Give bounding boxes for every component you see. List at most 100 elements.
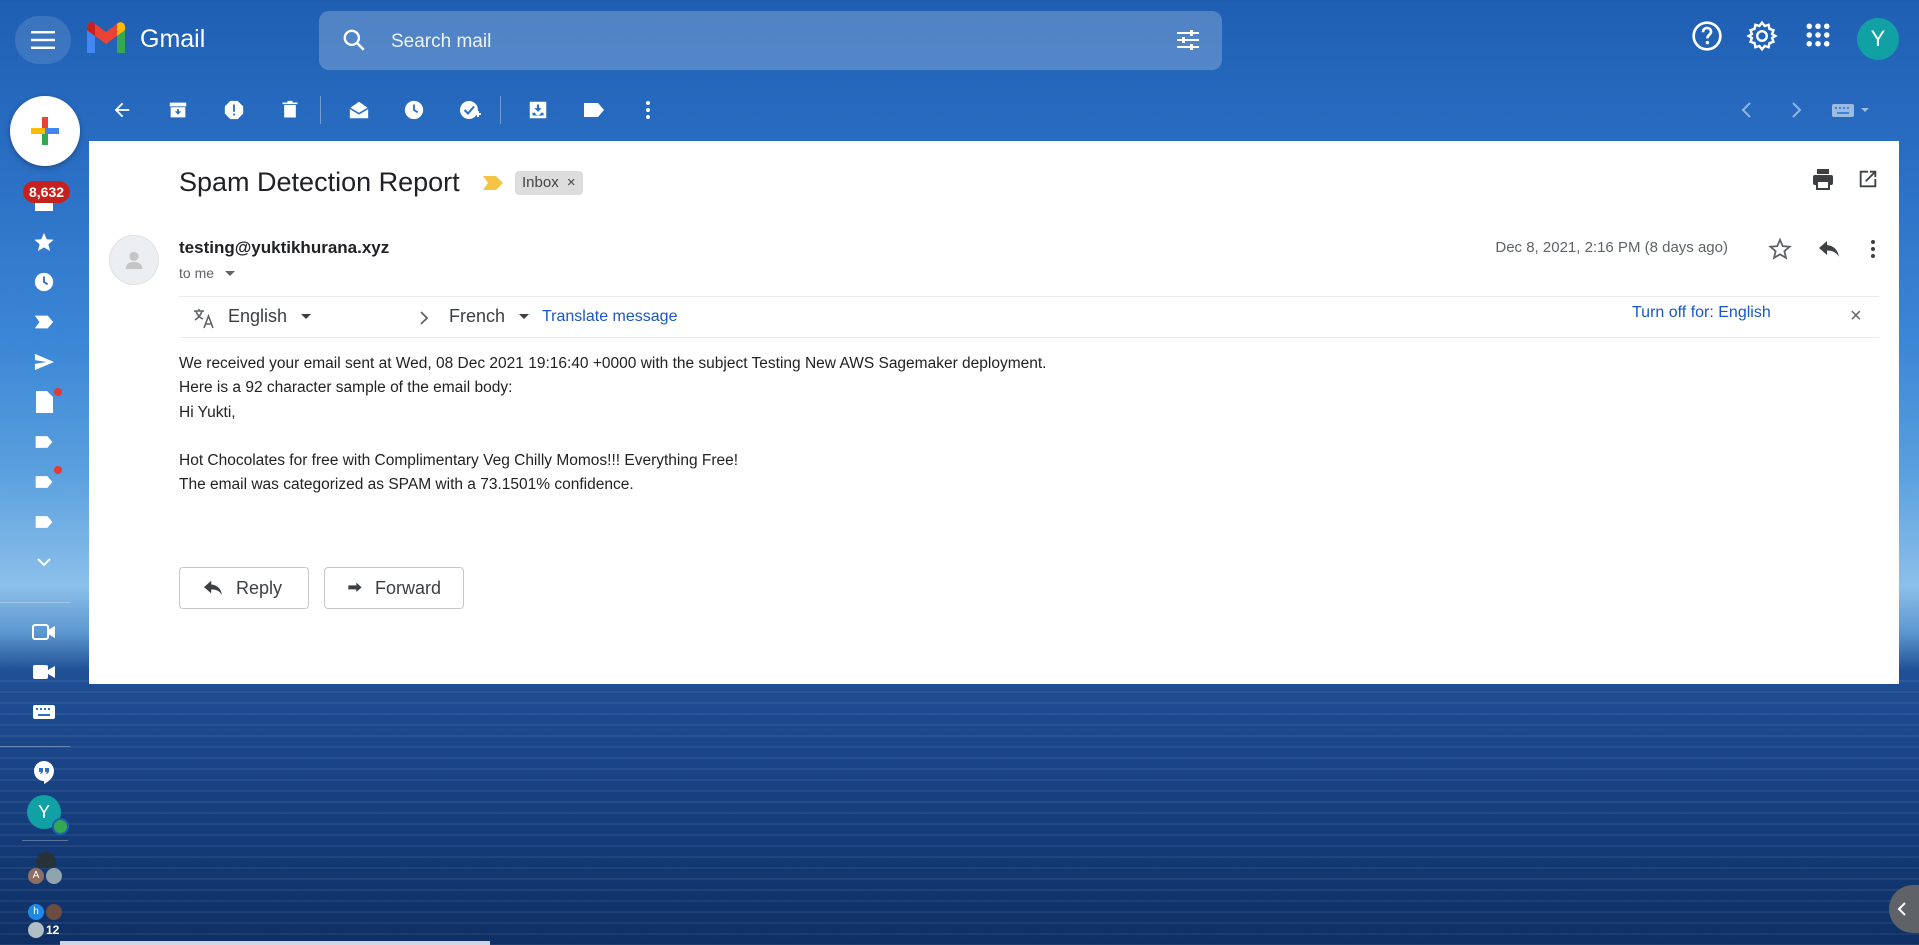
turn-off-translation-link[interactable]: Turn off for: English	[1632, 304, 1771, 322]
video-camera-outline-icon	[32, 624, 55, 640]
body-line: The email was categorized as SPAM with a…	[179, 476, 634, 494]
translate-bar: English French Translate message Turn of…	[179, 296, 1879, 338]
source-language-select[interactable]: English	[228, 306, 312, 327]
print-icon	[1813, 169, 1833, 190]
input-tools-button[interactable]	[1828, 96, 1878, 124]
archive-button[interactable]	[164, 96, 192, 124]
label-text: Inbox	[522, 174, 559, 191]
chevron-down-icon	[37, 558, 51, 567]
newer-button[interactable]	[1733, 96, 1761, 124]
message-toolbar	[88, 84, 1918, 136]
snooze-button[interactable]	[400, 96, 428, 124]
search-options-icon[interactable]	[1176, 29, 1200, 51]
sender-email[interactable]: testing@yuktikhurana.xyz	[179, 238, 389, 258]
more-vert-icon	[1871, 240, 1875, 258]
label-nav[interactable]	[30, 508, 58, 536]
background-sea	[0, 680, 1919, 945]
contact-photo	[46, 868, 62, 884]
label-icon	[35, 476, 53, 488]
gmail-m-icon	[87, 22, 125, 53]
more-options-button[interactable]	[634, 96, 662, 124]
notification-dot	[54, 388, 62, 396]
top-bar: Gmail Y	[0, 0, 1919, 80]
report-spam-icon	[224, 100, 244, 120]
close-translate-button[interactable]: ×	[1850, 305, 1862, 328]
compose-button[interactable]	[10, 96, 80, 166]
inbox-label-chip: Inbox ×	[515, 171, 583, 195]
settings-gear-icon[interactable]	[1746, 20, 1778, 52]
target-language: French	[449, 306, 506, 326]
group-member-count: 12	[46, 923, 60, 937]
print-all-button[interactable]	[1809, 165, 1837, 193]
star-button[interactable]	[1766, 235, 1794, 263]
reply-quick-button[interactable]	[1815, 235, 1843, 263]
body-line	[179, 425, 1047, 449]
more-nav[interactable]	[30, 548, 58, 576]
reply-icon	[204, 580, 222, 596]
forward-button[interactable]: Forward	[324, 567, 464, 609]
email-date: Dec 8, 2021, 2:16 PM (8 days ago)	[1495, 239, 1728, 256]
remove-label-button[interactable]: ×	[567, 174, 576, 191]
report-spam-button[interactable]	[220, 96, 248, 124]
rail-divider	[22, 840, 68, 841]
keyboard-icon	[1832, 104, 1869, 117]
help-icon[interactable]	[1691, 20, 1723, 52]
back-button[interactable]	[108, 96, 136, 124]
apps-grid-icon[interactable]	[1803, 20, 1833, 50]
compose-plus-icon	[31, 117, 59, 145]
reply-button[interactable]: Reply	[179, 567, 309, 609]
app-name: Gmail	[140, 24, 206, 53]
contact-avatar: A	[28, 868, 44, 884]
delete-button[interactable]	[276, 96, 304, 124]
translate-message-link[interactable]: Translate message	[542, 308, 677, 326]
source-language: English	[228, 306, 288, 326]
body-line: Hi Yukti,	[179, 403, 236, 421]
meet-new-meeting[interactable]	[30, 618, 58, 646]
contact-photo	[46, 904, 62, 920]
snoozed-nav[interactable]	[30, 268, 58, 296]
move-to-inbox-icon	[529, 101, 547, 119]
search-icon[interactable]	[341, 27, 367, 53]
chevron-left-icon	[1741, 102, 1751, 118]
label-nav[interactable]	[30, 428, 58, 456]
body-line: Here is a 92 character sample of the ema…	[179, 379, 513, 397]
message-more-button[interactable]	[1859, 235, 1887, 263]
rail-divider	[0, 602, 70, 603]
meet-keyboard[interactable]	[30, 698, 58, 726]
search-input[interactable]	[389, 11, 1133, 72]
recipient-details[interactable]: to me	[179, 265, 236, 281]
move-to-button[interactable]	[524, 96, 552, 124]
labels-button[interactable]	[580, 96, 608, 124]
chevron-left-icon	[1897, 902, 1906, 916]
chevron-right-icon	[1792, 102, 1802, 118]
trash-icon	[282, 100, 298, 118]
contact-photo	[36, 852, 56, 868]
group-chat-avatars[interactable]: A	[28, 852, 64, 888]
search-bar[interactable]	[319, 11, 1222, 72]
mark-unread-button[interactable]	[345, 96, 373, 124]
older-button[interactable]	[1782, 96, 1810, 124]
meet-join-meeting[interactable]	[30, 658, 58, 686]
caret-down-icon	[519, 314, 530, 320]
starred-nav[interactable]	[30, 228, 58, 256]
online-status-dot	[52, 818, 69, 835]
body-line: We received your email sent at Wed, 08 D…	[179, 355, 1047, 372]
unread-count-badge: 8,632	[23, 181, 71, 203]
importance-marker-icon[interactable]	[482, 175, 504, 191]
horizontal-scrollbar[interactable]	[60, 941, 490, 945]
open-new-window-button[interactable]	[1854, 165, 1882, 193]
account-avatar[interactable]: Y	[1857, 18, 1899, 60]
target-language-select[interactable]: French	[449, 306, 530, 327]
important-icon	[34, 315, 54, 329]
main-menu-button[interactable]	[15, 16, 71, 64]
gmail-logo[interactable]: Gmail	[84, 22, 205, 56]
sent-nav[interactable]	[30, 348, 58, 376]
body-line: Hot Chocolates for free with Complimenta…	[179, 452, 739, 470]
hangouts-button[interactable]	[30, 758, 58, 786]
star-icon	[34, 232, 54, 251]
add-to-tasks-button[interactable]	[456, 96, 484, 124]
important-nav[interactable]	[30, 308, 58, 336]
group-chat-avatars-2[interactable]: h 12	[28, 904, 68, 942]
add-task-icon	[460, 101, 481, 119]
reply-icon	[1819, 241, 1839, 257]
